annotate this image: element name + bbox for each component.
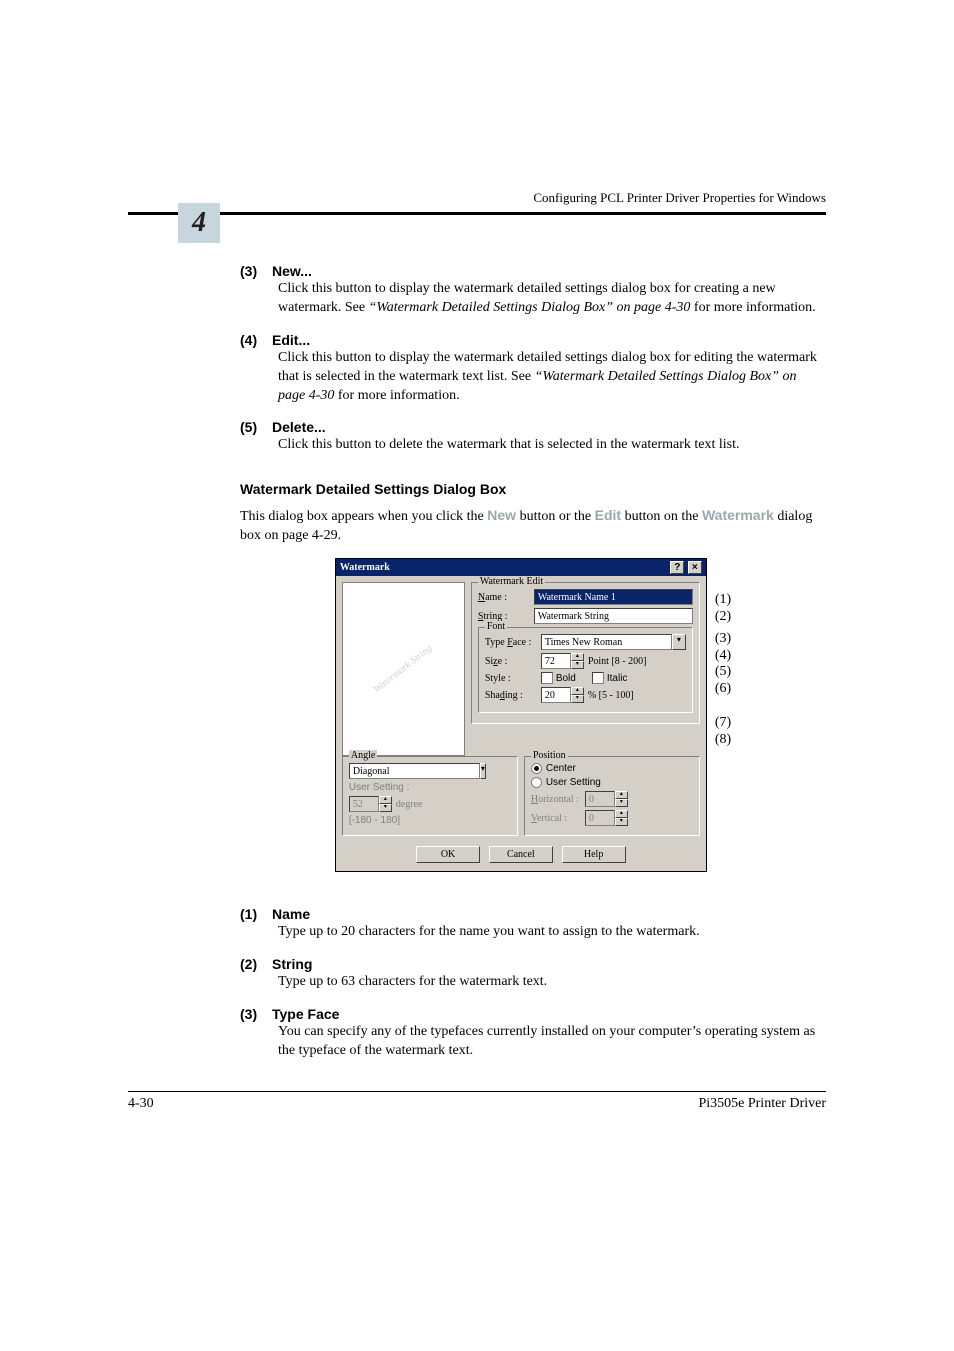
watermark-preview: Watermark String: [342, 582, 465, 756]
page-number: 4-30: [128, 1096, 154, 1112]
edit-button-ref: Edit: [595, 507, 621, 523]
item-3-new: (3)New... Click this button to display t…: [240, 263, 826, 318]
intro-paragraph: This dialog box appears when you click t…: [240, 507, 826, 546]
ok-button[interactable]: OK: [416, 846, 480, 863]
callout-1: (1): [715, 592, 731, 609]
typeface-label: Type Face :: [485, 637, 541, 648]
item-number: (5): [240, 419, 272, 435]
item-2-string: (2)String Type up to 63 characters for t…: [240, 956, 826, 992]
help-button[interactable]: Help: [562, 846, 626, 863]
shading-input[interactable]: [541, 687, 571, 703]
string-input[interactable]: [534, 608, 693, 624]
running-header: Configuring PCL Printer Driver Propertie…: [128, 190, 826, 215]
section-heading: Watermark Detailed Settings Dialog Box: [240, 481, 826, 497]
item-title: Edit...: [272, 332, 310, 348]
name-input[interactable]: [534, 589, 693, 605]
callout-6: (6): [715, 681, 731, 698]
help-icon[interactable]: ?: [670, 561, 684, 574]
angle-user-label: User Setting :: [349, 782, 410, 793]
group-label: Angle: [349, 750, 377, 761]
position-group: Position Center User Setting Horizontal …: [524, 756, 700, 836]
cancel-button[interactable]: Cancel: [489, 846, 553, 863]
group-label: Font: [485, 621, 507, 632]
item-number: (4): [240, 332, 272, 348]
size-spinner[interactable]: ▴▾: [571, 653, 584, 669]
shading-hint: % [5 - 100]: [588, 690, 634, 701]
item-3-typeface: (3)Type Face You can specify any of the …: [240, 1006, 826, 1061]
group-label: Position: [531, 750, 568, 761]
shading-spinner[interactable]: ▴▾: [571, 687, 584, 703]
typeface-select[interactable]: [541, 634, 672, 650]
chevron-down-icon[interactable]: ▾: [672, 634, 686, 650]
horizontal-input: [585, 791, 615, 807]
vertical-spinner: ▴▾: [615, 810, 628, 826]
item-number: (3): [240, 1006, 272, 1022]
vertical-input: [585, 810, 615, 826]
item-title: Delete...: [272, 419, 326, 435]
watermark-edit-group: Watermark Edit Name : String :: [471, 582, 700, 724]
preview-text: Watermark String: [372, 643, 435, 695]
driver-name: Pi3505e Printer Driver: [698, 1096, 826, 1112]
item-number: (3): [240, 263, 272, 279]
item-title: Type Face: [272, 1006, 339, 1022]
close-icon[interactable]: ×: [688, 561, 702, 574]
callout-5: (5): [715, 664, 731, 681]
size-hint: Point [8 - 200]: [588, 656, 647, 667]
angle-spinner: ▴▾: [379, 796, 392, 812]
angle-range: [-180 - 180]: [349, 815, 400, 826]
new-button-ref: New: [487, 507, 516, 523]
item-5-delete: (5)Delete... Click this button to delete…: [240, 419, 826, 455]
center-label: Center: [546, 763, 576, 774]
dialog-title-text: Watermark: [340, 562, 390, 573]
callout-3: (3): [715, 631, 731, 648]
item-title: Name: [272, 906, 310, 922]
callout-8: (8): [715, 732, 731, 749]
italic-checkbox[interactable]: [592, 672, 604, 684]
callout-2: (2): [715, 609, 731, 626]
item-title: String: [272, 956, 312, 972]
vertical-label: Vertical :: [531, 813, 585, 824]
callout-7: (7): [715, 715, 731, 732]
name-label: Name :: [478, 592, 534, 603]
watermark-ref: Watermark: [702, 507, 774, 523]
watermark-dialog: Watermark ? × Watermark String: [335, 558, 707, 872]
dialog-titlebar[interactable]: Watermark ? ×: [336, 559, 706, 576]
bold-label: Bold: [556, 673, 576, 684]
style-label: Style :: [485, 673, 541, 684]
chapter-number-tab: 4: [178, 203, 220, 243]
item-title: New...: [272, 263, 312, 279]
chevron-down-icon[interactable]: ▾: [480, 763, 486, 779]
size-label: Size :: [485, 656, 541, 667]
item-4-edit: (4)Edit... Click this button to display …: [240, 332, 826, 406]
angle-user-hint: degree: [396, 799, 423, 810]
item-1-name: (1)Name Type up to 20 characters for the…: [240, 906, 826, 942]
callout-4: (4): [715, 648, 731, 665]
italic-label: Italic: [607, 673, 628, 684]
shading-label: Shading :: [485, 690, 541, 701]
item-number: (2): [240, 956, 272, 972]
item-number: (1): [240, 906, 272, 922]
callout-labels: (1) (2) (3) (4) (5) (6) (7) (8): [715, 558, 731, 872]
horizontal-spinner: ▴▾: [615, 791, 628, 807]
user-setting-radio[interactable]: [531, 777, 542, 788]
center-radio[interactable]: [531, 763, 542, 774]
string-label: String :: [478, 611, 534, 622]
group-label: Watermark Edit: [478, 576, 545, 587]
page-footer: 4-30 Pi3505e Printer Driver: [128, 1091, 826, 1112]
user-setting-label: User Setting: [546, 777, 601, 788]
size-input[interactable]: [541, 653, 571, 669]
font-group: Font Type Face : ▾: [478, 627, 693, 713]
chapter-number: 4: [192, 207, 206, 238]
angle-user-input: [349, 796, 379, 812]
horizontal-label: Horizontal :: [531, 794, 585, 805]
angle-group: Angle ▾ User Setting : ▴▾: [342, 756, 518, 836]
bold-checkbox[interactable]: [541, 672, 553, 684]
angle-select[interactable]: [349, 763, 480, 779]
